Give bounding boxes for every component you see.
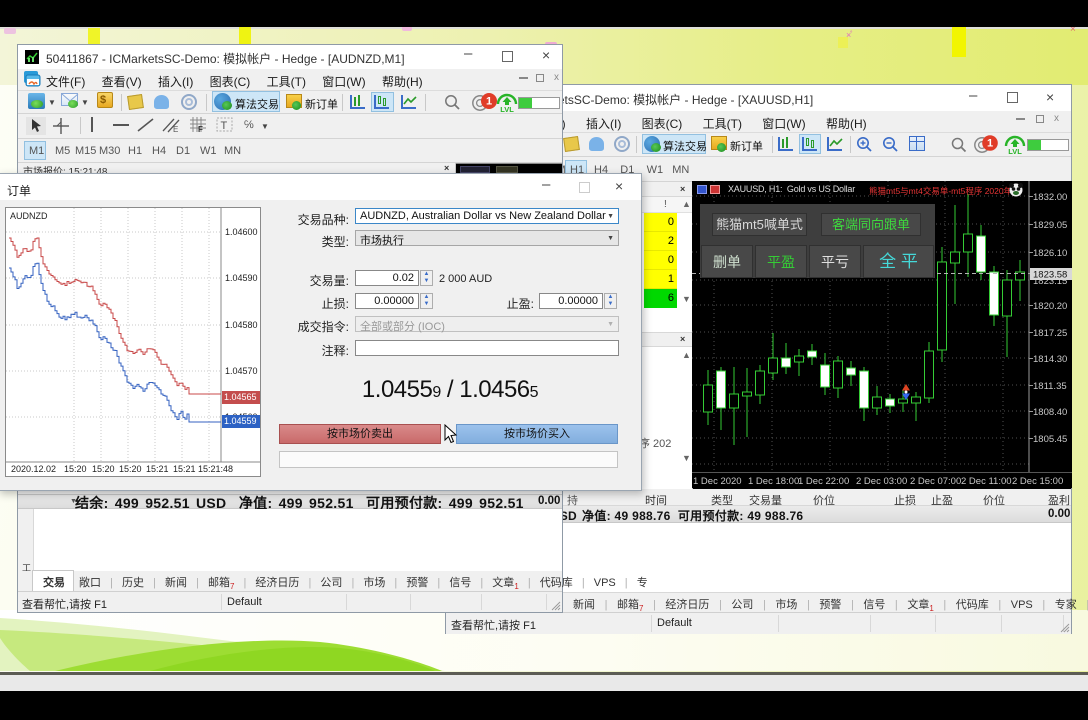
svg-text:LVL: LVL bbox=[1008, 147, 1022, 155]
svg-text:1811.35: 1811.35 bbox=[1033, 381, 1067, 392]
svg-text:LVL: LVL bbox=[500, 105, 514, 113]
svg-text:2 Dec 11:00: 2 Dec 11:00 bbox=[961, 476, 1012, 487]
svg-text:1: 1 bbox=[486, 96, 492, 108]
svg-text:1 Dec 2020: 1 Dec 2020 bbox=[693, 476, 742, 487]
svg-text:1817.25: 1817.25 bbox=[1033, 328, 1067, 339]
svg-text:T: T bbox=[221, 120, 228, 132]
svg-text:1814.30: 1814.30 bbox=[1033, 354, 1067, 365]
svg-text:E: E bbox=[173, 125, 178, 134]
svg-text:1829.05: 1829.05 bbox=[1033, 220, 1067, 231]
svg-text:2 Dec 15:00: 2 Dec 15:00 bbox=[1012, 476, 1063, 487]
svg-text:1820.20: 1820.20 bbox=[1033, 301, 1067, 312]
svg-text:1823.58: 1823.58 bbox=[1033, 270, 1067, 281]
svg-text:1805.45: 1805.45 bbox=[1033, 434, 1067, 445]
svg-text:1826.10: 1826.10 bbox=[1033, 248, 1067, 259]
svg-text:1832.00: 1832.00 bbox=[1033, 192, 1067, 203]
svg-text:2 Dec 07:00: 2 Dec 07:00 bbox=[910, 476, 961, 487]
svg-text:2 Dec 03:00: 2 Dec 03:00 bbox=[856, 476, 907, 487]
svg-text:F: F bbox=[198, 125, 203, 134]
svg-text:1 Dec 18:00: 1 Dec 18:00 bbox=[748, 476, 799, 487]
svg-text:1808.40: 1808.40 bbox=[1033, 407, 1067, 418]
svg-text:1 Dec 22:00: 1 Dec 22:00 bbox=[798, 476, 849, 487]
svg-text:1: 1 bbox=[987, 138, 993, 150]
